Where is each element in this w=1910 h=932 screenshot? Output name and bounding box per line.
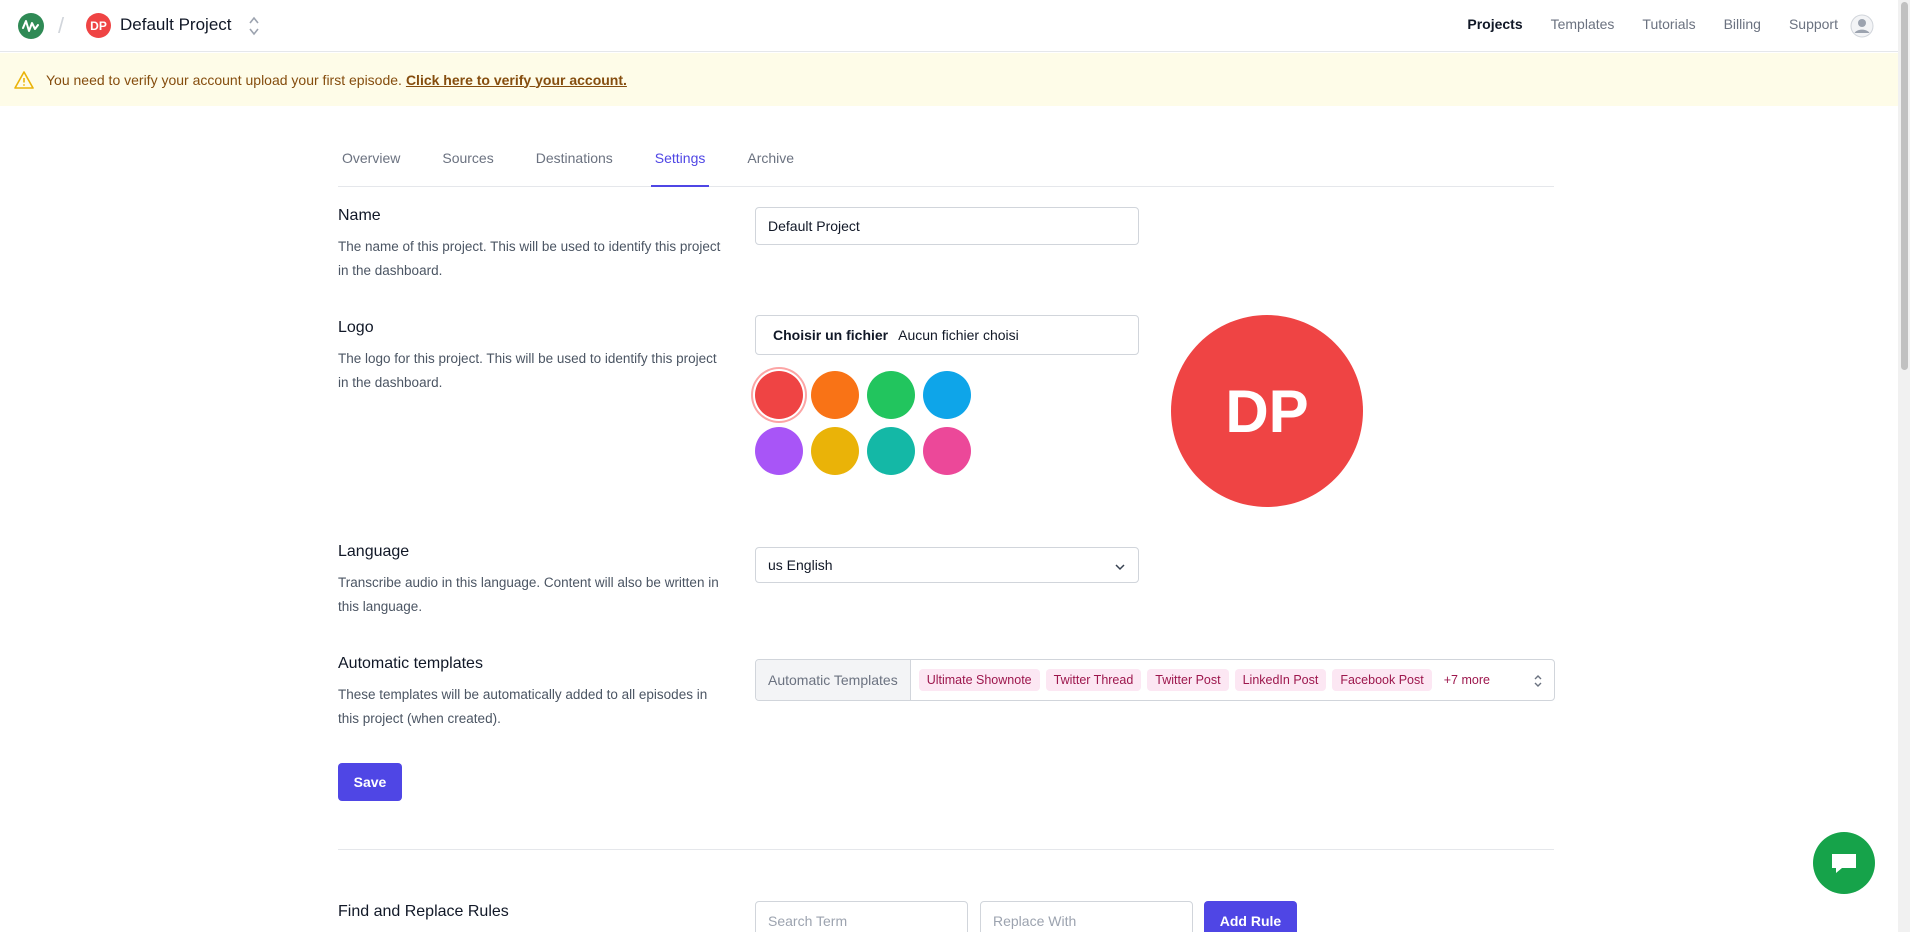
breadcrumb-separator: / <box>58 13 65 38</box>
language-description: Transcribe audio in this language. Conte… <box>338 575 719 614</box>
color-swatch[interactable] <box>811 371 859 419</box>
tab-sources[interactable]: Sources <box>438 140 497 187</box>
warning-icon <box>14 70 34 89</box>
replace-with-placeholder: Replace With <box>993 913 1077 929</box>
templates-label: Automatic Templates <box>756 660 911 700</box>
name-title: Name <box>338 207 381 224</box>
project-avatar: DP <box>86 13 111 38</box>
banner-message: You need to verify your account upload y… <box>46 71 402 88</box>
tab-archive[interactable]: Archive <box>743 140 798 187</box>
replace-with-input[interactable]: Replace With <box>980 901 1193 932</box>
nav-templates[interactable]: Templates <box>1551 16 1615 32</box>
logo-preview: DP <box>1171 315 1363 507</box>
language-select[interactable]: us English <box>755 547 1139 583</box>
template-chip[interactable]: Twitter Post <box>1147 669 1229 691</box>
color-swatch[interactable] <box>755 371 803 419</box>
templates-description: These templates will be automatically ad… <box>338 687 708 726</box>
tab-overview[interactable]: Overview <box>338 140 404 187</box>
chevron-down-icon <box>1115 564 1125 571</box>
logo-file-input[interactable]: Choisir un fichier Aucun fichier choisi <box>755 315 1139 355</box>
search-term-placeholder: Search Term <box>768 913 848 929</box>
chat-icon <box>1832 854 1856 873</box>
more-templates[interactable]: +7 more <box>1444 673 1490 687</box>
tab-destinations[interactable]: Destinations <box>532 140 617 187</box>
nav-billing[interactable]: Billing <box>1724 16 1761 32</box>
color-swatch[interactable] <box>923 371 971 419</box>
file-status: Aucun fichier choisi <box>898 327 1019 343</box>
language-value: us English <box>768 557 833 573</box>
project-switcher-icon[interactable] <box>245 13 263 39</box>
save-button[interactable]: Save <box>338 763 402 801</box>
language-title: Language <box>338 543 410 560</box>
project-name-input[interactable]: Default Project <box>755 207 1139 245</box>
user-avatar-icon[interactable] <box>1850 14 1874 38</box>
app-logo-icon[interactable] <box>18 13 44 39</box>
templates-title: Automatic templates <box>338 655 483 672</box>
top-bar: / DP Default Project Projects Templates … <box>0 0 1898 52</box>
add-rule-button[interactable]: Add Rule <box>1204 901 1297 932</box>
project-name[interactable]: Default Project <box>120 15 232 35</box>
template-chip[interactable]: Facebook Post <box>1332 669 1432 691</box>
color-swatch[interactable] <box>867 371 915 419</box>
template-chip[interactable]: Twitter Thread <box>1045 669 1142 691</box>
template-chip[interactable]: LinkedIn Post <box>1234 669 1327 691</box>
section-divider <box>338 849 1554 850</box>
color-swatch[interactable] <box>755 427 803 475</box>
find-replace-title: Find and Replace Rules <box>338 903 509 920</box>
chevron-up-down-icon <box>1534 675 1542 687</box>
project-tabs: Overview Sources Destinations Settings A… <box>338 140 1554 187</box>
nav-projects[interactable]: Projects <box>1467 16 1522 32</box>
automatic-templates-select[interactable]: Automatic Templates Ultimate Shownote Tw… <box>755 659 1555 701</box>
color-swatch[interactable] <box>867 427 915 475</box>
nav-support[interactable]: Support <box>1789 16 1838 32</box>
color-swatch[interactable] <box>923 427 971 475</box>
chat-widget-button[interactable] <box>1813 832 1875 894</box>
nav-tutorials[interactable]: Tutorials <box>1642 16 1695 32</box>
search-term-input[interactable]: Search Term <box>755 901 968 932</box>
logo-title: Logo <box>338 319 374 336</box>
logo-description: The logo for this project. This will be … <box>338 351 717 390</box>
color-swatch[interactable] <box>811 427 859 475</box>
scrollbar-thumb[interactable] <box>1901 2 1908 370</box>
tab-settings[interactable]: Settings <box>650 140 710 187</box>
name-description: The name of this project. This will be u… <box>338 239 721 278</box>
choose-file-button[interactable]: Choisir un fichier <box>773 327 888 343</box>
template-chips: Ultimate Shownote Twitter Thread Twitter… <box>918 669 1490 691</box>
verify-banner: You need to verify your account upload y… <box>0 53 1898 106</box>
verify-account-link[interactable]: Click here to verify your account. <box>406 72 627 88</box>
template-chip[interactable]: Ultimate Shownote <box>918 669 1040 691</box>
main-nav: Projects Templates Tutorials Billing Sup… <box>1467 16 1838 32</box>
